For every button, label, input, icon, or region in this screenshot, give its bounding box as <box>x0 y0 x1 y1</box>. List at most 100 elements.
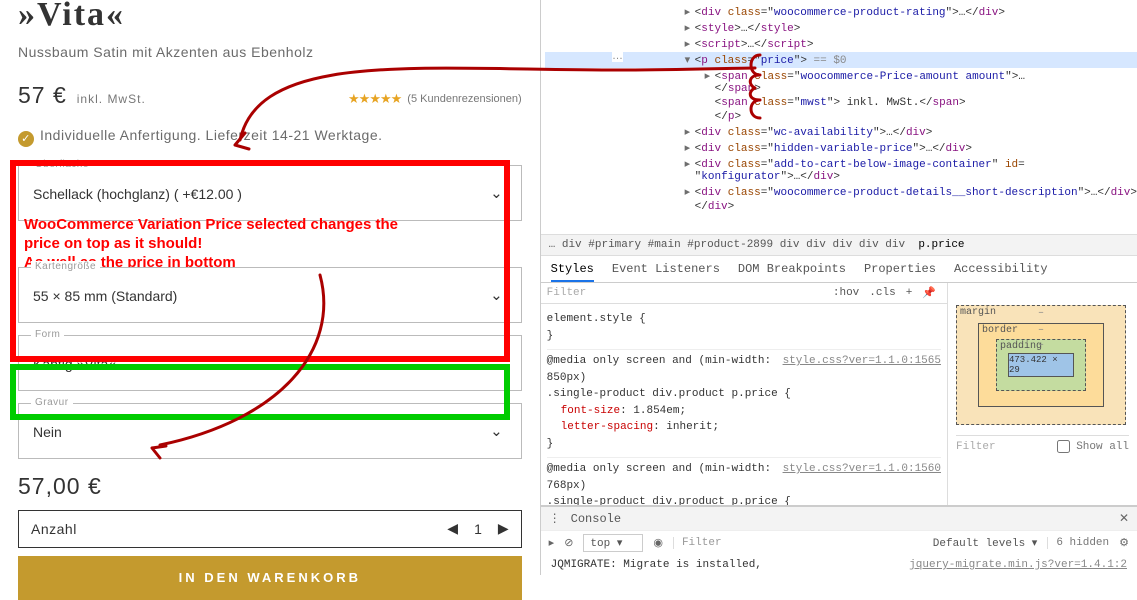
dom-node[interactable]: </p> <box>545 110 1137 124</box>
dom-node[interactable]: ▸<style>…</style> <box>545 20 1137 36</box>
rating-text: (5 Kundenrezensionen) <box>407 93 521 105</box>
dom-node[interactable]: ▸<div class="add-to-cart-below-image-con… <box>545 156 1137 184</box>
chevron-down-icon: ⌄ <box>490 184 503 202</box>
add-rule-button[interactable]: + <box>901 287 918 299</box>
console-message-text: JQMIGRATE: Migrate is installed, <box>551 559 910 571</box>
availability: ✓ Individuelle Anfertigung. Lieferzeit 14… <box>18 127 522 147</box>
devtools-styles-pane[interactable]: Filter :hov .cls + 📌 element.style { } s… <box>541 283 947 505</box>
console-message[interactable]: JQMIGRATE: Migrate is installed, jquery-… <box>541 555 1137 575</box>
rating[interactable]: ★★★★★ (5 Kundenrezensionen) <box>348 91 522 107</box>
tab-dom-breakpoints[interactable]: DOM Breakpoints <box>738 262 846 276</box>
rule-selector[interactable]: .single-product div.product p.price { <box>547 494 941 505</box>
tab-event-listeners[interactable]: Event Listeners <box>612 262 720 276</box>
devtools-breadcrumb[interactable]: … div #primary #main #product-2899 div d… <box>541 234 1137 256</box>
bm-filter-input[interactable]: Filter <box>956 441 1051 453</box>
rule-source-link[interactable]: style.css?ver=1.1.0:1560 <box>783 461 941 478</box>
qty-value: 1 <box>474 521 482 537</box>
bm-margin-label: margin <box>960 307 996 318</box>
check-circle-icon: ✓ <box>18 131 34 147</box>
dom-node[interactable]: ▸<div class="woocommerce-product-rating"… <box>545 4 1137 20</box>
css-value[interactable]: 1.854em; <box>633 405 686 417</box>
devtools-console-toolbar: ▸ ⊘ top ▾ ◉ Filter Default levels ▾ 6 hi… <box>541 530 1137 555</box>
gutter-ellipsis: … <box>612 50 623 62</box>
devtools-console-header: ⋮ Console ✕ <box>541 506 1137 530</box>
engrave-label: Gravur <box>31 397 73 408</box>
price-top: 57 € <box>18 82 67 109</box>
tab-properties[interactable]: Properties <box>864 262 936 276</box>
bm-dash: – <box>1038 308 1044 319</box>
bm-dash: – <box>1038 340 1044 351</box>
dom-node[interactable]: ▸<div class="woocommerce-product-details… <box>545 184 1137 200</box>
dom-node[interactable]: ▸<div class="wc-availability">…</div> <box>545 124 1137 140</box>
dom-node[interactable]: <span class="mwst"> inkl. MwSt.</span> <box>545 96 1137 110</box>
annotation-line2: price on top as it should! <box>24 235 494 254</box>
console-filter-input[interactable]: Filter <box>673 537 923 549</box>
bm-content: 473.422 × 29 <box>1008 353 1074 377</box>
bm-dash: – <box>1038 325 1044 336</box>
bm-border-label: border <box>982 325 1018 336</box>
css-prop[interactable]: font-size <box>547 405 620 417</box>
product-title: »Vita« <box>18 0 522 34</box>
console-message-source[interactable]: jquery-migrate.min.js?ver=1.4.1:2 <box>909 559 1127 571</box>
cls-toggle[interactable]: .cls <box>864 287 900 299</box>
console-eye-icon[interactable]: ◉ <box>653 536 663 550</box>
availability-text: Individuelle Anfertigung. Lieferzeit 14-… <box>40 127 383 143</box>
dom-node[interactable]: </div> <box>545 200 1137 214</box>
hov-toggle[interactable]: :hov <box>828 287 864 299</box>
console-levels[interactable]: Default levels ▾ <box>933 536 1038 550</box>
devtools-box-model[interactable]: margin– border– padding– 473.422 × 29 Fi… <box>947 283 1137 505</box>
showall-checkbox[interactable] <box>1057 440 1070 453</box>
chevron-down-icon: ⌄ <box>490 422 503 440</box>
breadcrumb-path[interactable]: … div #primary #main #product-2899 div d… <box>549 239 905 251</box>
rule-selector[interactable]: element.style { <box>547 311 941 328</box>
tab-styles[interactable]: Styles <box>551 262 594 282</box>
tab-accessibility[interactable]: Accessibility <box>954 262 1048 276</box>
devtools-subtabs: Styles Event Listeners DOM Breakpoints P… <box>541 256 1137 283</box>
rule-close: } <box>547 328 941 345</box>
showall-label: Show all <box>1076 441 1129 453</box>
qty-decrease[interactable]: ◀ <box>447 520 458 537</box>
engrave-value: Nein <box>19 404 521 440</box>
pin-icon[interactable]: 📌 <box>917 286 941 300</box>
engrave-select[interactable]: Gravur Nein ⌄ <box>18 403 522 459</box>
css-value[interactable]: inherit; <box>666 421 719 433</box>
bm-padding-label: padding <box>1000 341 1042 352</box>
console-hidden-count[interactable]: 6 hidden <box>1047 537 1109 549</box>
price-tax-note: inkl. MwSt. <box>77 92 146 106</box>
size-value: 55 × 85 mm (Standard) <box>19 268 521 304</box>
add-to-cart-button[interactable]: IN DEN WARENKORB <box>18 556 522 600</box>
star-icons: ★★★★★ <box>348 91 401 107</box>
rule-source-link[interactable]: style.css?ver=1.1.0:1565 <box>783 353 941 370</box>
rule-selector[interactable]: .single-product div.product p.price { <box>547 386 941 403</box>
surface-label: Oberfläche <box>31 159 93 170</box>
dom-node-selected[interactable]: ▾<p class="price"> == $0 <box>545 52 1137 68</box>
product-subtitle: Nussbaum Satin mit Akzenten aus Ebenholz <box>18 44 522 60</box>
surface-select[interactable]: Oberfläche Schellack (hochglanz) ( +€12.… <box>18 165 522 221</box>
size-label: Kartengröße <box>31 261 100 272</box>
rule-close: } <box>547 436 941 453</box>
console-clear-icon[interactable]: ⊘ <box>564 536 573 550</box>
console-toggle-icon[interactable]: ⋮ <box>549 511 561 526</box>
breadcrumb-selected[interactable]: p.price <box>918 239 964 251</box>
css-prop[interactable]: letter-spacing <box>547 421 653 433</box>
dom-node[interactable]: ▸<script>…</script> <box>545 36 1137 52</box>
size-select[interactable]: Kartengröße 55 × 85 mm (Standard) ⌄ <box>18 267 522 323</box>
form-value: Kantig »Vita« <box>19 336 521 372</box>
console-close-icon[interactable]: ✕ <box>1119 511 1129 526</box>
console-sidebar-icon[interactable]: ▸ <box>549 536 555 550</box>
form-select[interactable]: Form Kantig »Vita« ⌄ <box>18 335 522 391</box>
styles-filter-input[interactable]: Filter <box>547 287 828 299</box>
chevron-down-icon: ⌄ <box>490 286 503 304</box>
form-label: Form <box>31 329 64 340</box>
console-settings-icon[interactable]: ⚙ <box>1119 536 1129 550</box>
console-title: Console <box>571 512 621 526</box>
dom-node[interactable]: ▸<span class="woocommerce-Price-amount a… <box>545 68 1137 96</box>
quantity-row: Anzahl ◀ 1 ▶ <box>18 510 522 548</box>
dom-node[interactable]: ▸<div class="hidden-variable-price">…</d… <box>545 140 1137 156</box>
chevron-down-icon: ⌄ <box>490 354 503 372</box>
devtools-elements-panel[interactable]: ▸<div class="woocommerce-product-rating"… <box>541 0 1137 234</box>
price-bottom: 57,00 € <box>18 473 522 500</box>
qty-increase[interactable]: ▶ <box>498 520 509 537</box>
quantity-label: Anzahl <box>31 521 447 537</box>
console-context-select[interactable]: top ▾ <box>583 534 643 552</box>
